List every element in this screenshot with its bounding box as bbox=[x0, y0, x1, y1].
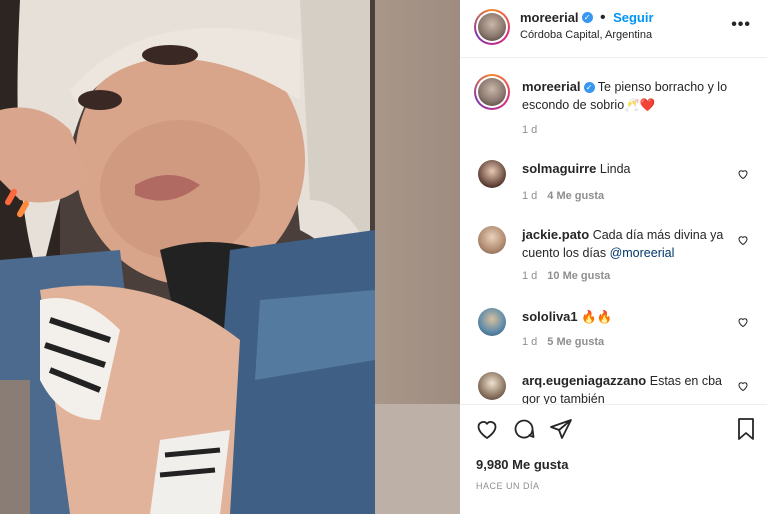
share-paper-plane-icon[interactable] bbox=[549, 417, 573, 441]
like-comment-heart-icon[interactable] bbox=[737, 380, 749, 392]
post-photo[interactable] bbox=[0, 0, 460, 514]
comment-time[interactable]: 1 d bbox=[522, 336, 537, 348]
caption: moreerial ✓ Te pienso borracho y lo escon… bbox=[474, 72, 757, 142]
comment-username[interactable]: solmaguirre bbox=[522, 161, 596, 176]
comment-username[interactable]: sololiva1 bbox=[522, 309, 578, 324]
comment-likes[interactable]: 5 Me gusta bbox=[547, 336, 604, 348]
like-comment-heart-icon[interactable] bbox=[737, 168, 749, 180]
comment-meta: 1 d 4 Me gusta bbox=[522, 190, 604, 202]
comment-item: jackie.pato Cada día más divina ya cuent… bbox=[474, 224, 757, 290]
comment-item: solmaguirre Linda 1 d 4 Me gusta bbox=[474, 158, 757, 208]
comment-likes[interactable]: 4 Me gusta bbox=[547, 190, 604, 202]
location-link[interactable]: Córdoba Capital, Argentina bbox=[520, 29, 652, 41]
comment-likes[interactable]: 10 Me gusta bbox=[547, 270, 610, 282]
comment-time[interactable]: 1 d bbox=[522, 270, 537, 282]
save-bookmark-icon[interactable] bbox=[734, 417, 758, 441]
comment-text: Linda bbox=[599, 162, 631, 176]
like-count[interactable]: 9,980 Me gusta bbox=[476, 457, 569, 472]
caption-text: moreerial ✓ Te pienso borracho y lo escon… bbox=[522, 78, 757, 114]
post-sidebar: moreerial ✓ • Seguir Córdoba Capital, Arg… bbox=[460, 0, 767, 514]
comment-meta: 1 d 5 Me gusta bbox=[522, 336, 604, 348]
comment-time[interactable]: 1 d bbox=[522, 190, 537, 202]
commenter-avatar[interactable] bbox=[478, 226, 506, 254]
comment-username[interactable]: jackie.pato bbox=[522, 227, 589, 242]
post-timestamp[interactable]: HACE UN DÍA bbox=[476, 481, 540, 491]
caption-time[interactable]: 1 d bbox=[522, 124, 537, 136]
comment-meta: 1 d 10 Me gusta bbox=[522, 270, 610, 282]
avatar bbox=[478, 13, 506, 41]
follow-button[interactable]: Seguir bbox=[613, 10, 653, 25]
story-ring[interactable] bbox=[474, 9, 510, 45]
comment-username[interactable]: arq.eugeniagazzano bbox=[522, 373, 646, 388]
comment-item: arq.eugeniagazzano Estas en cba gor yo t… bbox=[474, 370, 757, 404]
verified-badge-icon: ✓ bbox=[583, 82, 595, 94]
author-username[interactable]: moreerial bbox=[520, 10, 579, 25]
photo-background-wall bbox=[375, 0, 460, 514]
caption-username[interactable]: moreerial bbox=[522, 79, 581, 94]
more-icon[interactable]: ••• bbox=[731, 16, 751, 34]
like-heart-icon[interactable] bbox=[475, 417, 499, 441]
comment-text: 🔥🔥 bbox=[581, 310, 613, 324]
commenter-avatar[interactable] bbox=[478, 372, 506, 400]
post-actions: 9,980 Me gusta HACE UN DÍA bbox=[460, 404, 767, 515]
comment-bubble-icon[interactable] bbox=[512, 417, 536, 441]
commenter-avatar[interactable] bbox=[478, 308, 506, 336]
like-comment-heart-icon[interactable] bbox=[737, 316, 749, 328]
like-comment-heart-icon[interactable] bbox=[737, 234, 749, 246]
post-header: moreerial ✓ • Seguir Córdoba Capital, Arg… bbox=[460, 0, 767, 58]
instagram-post-view: moreerial ✓ • Seguir Córdoba Capital, Arg… bbox=[0, 0, 767, 514]
caption-avatar[interactable] bbox=[474, 74, 510, 110]
commenter-avatar[interactable] bbox=[478, 160, 506, 188]
comments-list[interactable]: moreerial ✓ Te pienso borracho y lo escon… bbox=[460, 58, 767, 404]
verified-badge-icon: ✓ bbox=[581, 12, 593, 24]
mention-link[interactable]: @moreerial bbox=[610, 246, 675, 260]
comment-item: sololiva1 🔥🔥 1 d 5 Me gusta bbox=[474, 306, 757, 356]
